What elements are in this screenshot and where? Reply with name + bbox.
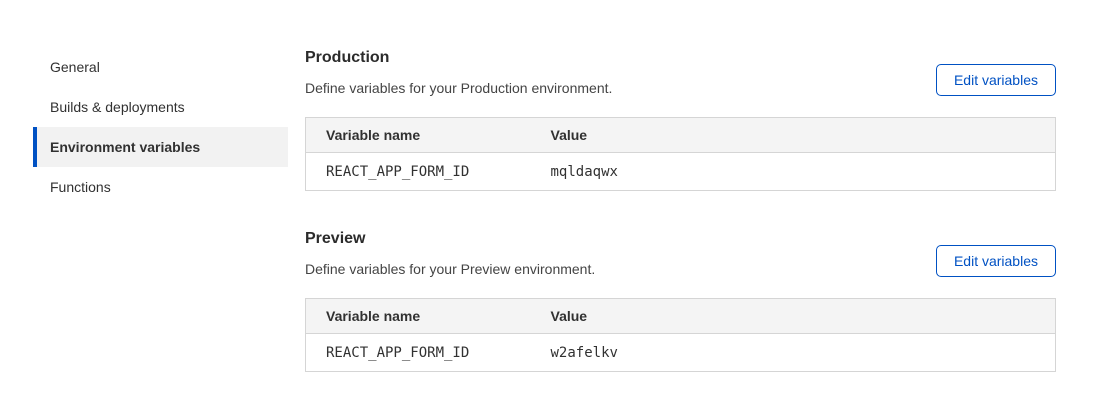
production-section-header: Production Define variables for your Pro…	[305, 48, 1056, 96]
production-description: Define variables for your Production env…	[305, 81, 612, 96]
production-title: Production	[305, 48, 612, 67]
variable-name-cell: REACT_APP_FORM_ID	[306, 153, 531, 191]
column-header-variable-name: Variable name	[306, 299, 531, 334]
sidebar-item-functions[interactable]: Functions	[33, 167, 288, 207]
sidebar-item-general[interactable]: General	[33, 47, 288, 87]
settings-page: General Builds & deployments Environment…	[0, 0, 1100, 420]
column-header-value: Value	[531, 118, 1056, 153]
preview-title: Preview	[305, 229, 595, 248]
sidebar-item-label: General	[50, 59, 100, 75]
preview-section-header: Preview Define variables for your Previe…	[305, 229, 1056, 277]
preview-variables-table: Variable name Value REACT_APP_FORM_ID w2…	[305, 298, 1056, 372]
production-section-text: Production Define variables for your Pro…	[305, 48, 612, 96]
production-edit-variables-button[interactable]: Edit variables	[936, 64, 1056, 96]
table-row: REACT_APP_FORM_ID w2afelkv	[306, 334, 1056, 372]
column-header-value: Value	[531, 299, 1056, 334]
production-section: Production Define variables for your Pro…	[305, 48, 1056, 191]
sidebar-item-builds-deployments[interactable]: Builds & deployments	[33, 87, 288, 127]
table-header-row: Variable name Value	[306, 299, 1056, 334]
environment-variables-content: Production Define variables for your Pro…	[305, 48, 1056, 372]
preview-edit-variables-button[interactable]: Edit variables	[936, 245, 1056, 277]
variable-value-cell: mqldaqwx	[531, 153, 1056, 191]
sidebar-item-label: Environment variables	[50, 139, 200, 155]
table-header-row: Variable name Value	[306, 118, 1056, 153]
variable-name-cell: REACT_APP_FORM_ID	[306, 334, 531, 372]
table-row: REACT_APP_FORM_ID mqldaqwx	[306, 153, 1056, 191]
column-header-variable-name: Variable name	[306, 118, 531, 153]
preview-section-text: Preview Define variables for your Previe…	[305, 229, 595, 277]
sidebar-item-environment-variables[interactable]: Environment variables	[33, 127, 288, 167]
variable-value-cell: w2afelkv	[531, 334, 1056, 372]
preview-description: Define variables for your Preview enviro…	[305, 262, 595, 277]
settings-sidebar: General Builds & deployments Environment…	[33, 47, 288, 207]
sidebar-item-label: Functions	[50, 179, 111, 195]
preview-section: Preview Define variables for your Previe…	[305, 229, 1056, 372]
sidebar-item-label: Builds & deployments	[50, 99, 185, 115]
production-variables-table: Variable name Value REACT_APP_FORM_ID mq…	[305, 117, 1056, 191]
